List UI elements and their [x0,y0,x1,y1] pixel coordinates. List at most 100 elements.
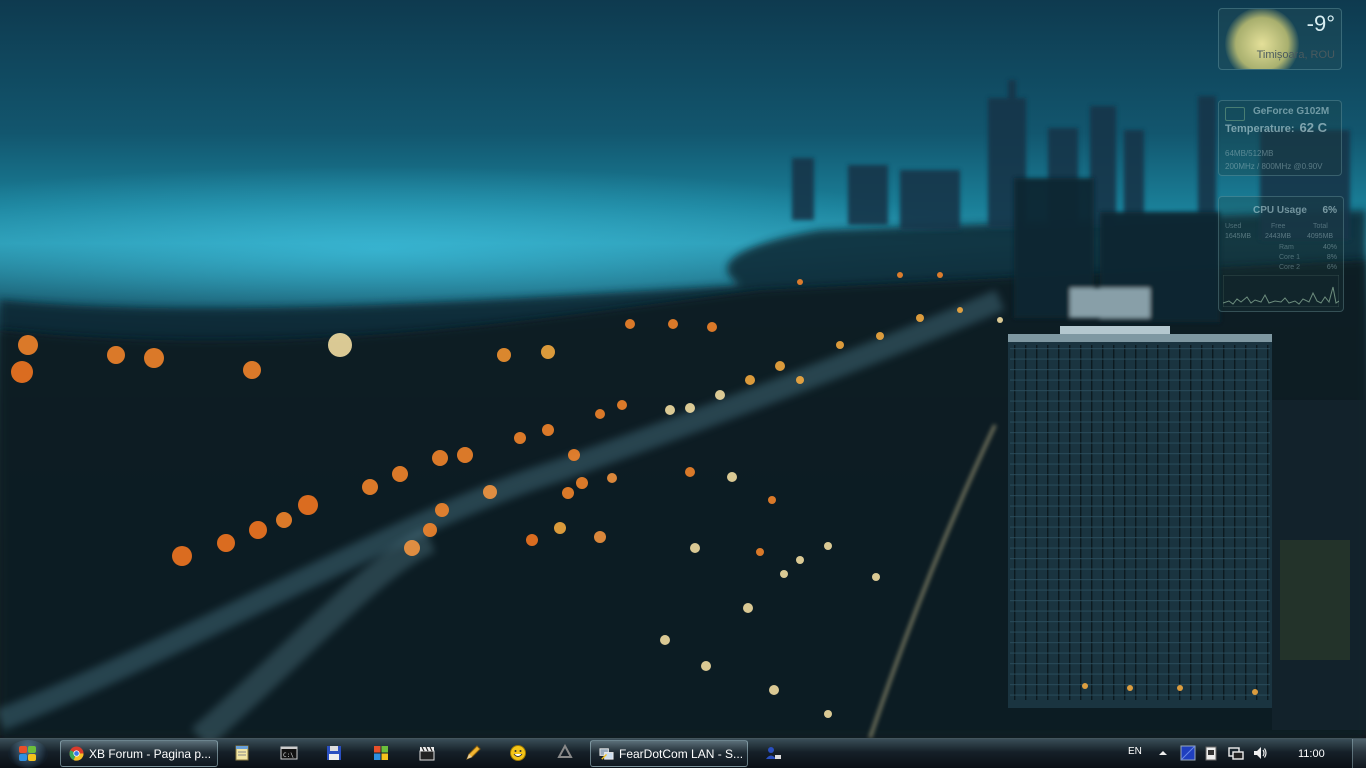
tower-column [1234,345,1236,700]
tower-column [1025,345,1027,700]
bokeh-light [1127,685,1133,691]
taskbar-window-feardotcom[interactable]: FearDotCom LAN - S... [590,740,748,767]
bokeh-light [298,495,318,515]
tower-floor [1010,663,1270,665]
bokeh-light [423,523,437,537]
gpu-temperature-label: Temperature: [1225,123,1295,135]
document-icon[interactable] [1204,745,1218,761]
tower-column [1091,345,1093,700]
bokeh-light [497,348,511,362]
tower-floor [1010,684,1270,686]
bokeh-light [362,479,378,495]
bokeh-light [542,424,554,436]
tower-floor [1010,358,1270,360]
tower-floor [1010,579,1270,581]
windows-logo-icon [19,746,37,762]
bokeh-light [576,477,588,489]
bokeh-light [625,319,635,329]
bokeh-light [568,449,580,461]
chrome-icon [69,746,84,761]
bokeh-light [404,540,420,556]
user-network-icon[interactable] [764,744,782,762]
tower-floor [1010,369,1270,371]
bokeh-light [526,534,538,546]
tower-column [1190,345,1192,700]
taskbar: XB Forum - Pagina p... C:\ FearDotCom LA… [0,738,1366,768]
network-icon[interactable] [1228,745,1244,761]
gpu-meter-gadget[interactable]: GeForce G102M Temperature: 62 C 64MB/512… [1218,100,1342,176]
taskbar-window-xb-forum[interactable]: XB Forum - Pagina p... [60,740,218,767]
tower-column [1245,345,1247,700]
bokeh-light [897,272,903,278]
tower-column [1014,345,1016,700]
tower-floor [1010,463,1270,465]
tower-floor [1010,400,1270,402]
volume-icon[interactable] [1252,745,1268,761]
bokeh-light [727,472,737,482]
memory-free: 2443MB [1265,233,1292,240]
tower-column [1267,345,1269,700]
pencil-icon[interactable] [464,744,482,762]
tower-floor [1010,631,1270,633]
city-skyline-graphic [0,80,1366,738]
gpu-memory: 64MB/512MB [1225,149,1274,158]
language-indicator[interactable]: EN [1128,746,1142,757]
tower-column [1036,345,1038,700]
bokeh-light [1177,685,1183,691]
tower-column [1113,345,1115,700]
tower-floor [1010,390,1270,392]
bokeh-light [872,573,880,581]
bokeh-light [1082,683,1088,689]
tower-floor [1010,442,1270,444]
taskbar-window-label: FearDotCom LAN - S... [619,747,744,761]
weather-gadget[interactable]: -9° Timișoara, ROU [1218,8,1342,70]
tower-floor [1010,516,1270,518]
tower-floor [1010,453,1270,455]
bokeh-light [937,272,943,278]
start-button[interactable] [8,740,48,768]
bokeh-light [769,685,779,695]
tower-floor [1010,621,1270,623]
bokeh-light [690,543,700,553]
cpu-column-free: Free [1271,223,1286,230]
gpu-clocks: 200MHz / 800MHz @0.90V [1225,162,1323,171]
tower-floor [1010,537,1270,539]
tower-floor [1010,642,1270,644]
tower-column [1058,345,1060,700]
bokeh-light [328,333,352,357]
tower-floor [1010,652,1270,654]
floppy-disk-icon[interactable] [325,744,343,762]
tower-floor [1010,526,1270,528]
bokeh-light [876,332,884,340]
recycle-icon[interactable] [556,744,574,762]
blue-square-icon[interactable] [1180,745,1196,761]
tower-floor [1010,505,1270,507]
bokeh-light [797,279,803,285]
tower-floor [1010,495,1270,497]
tower-column [1168,345,1170,700]
tower-floor [1010,379,1270,381]
show-hidden-icons-chevron[interactable] [1157,745,1169,761]
command-prompt-icon[interactable]: C:\ [280,744,298,762]
bokeh-light [457,447,473,463]
tower-floor [1010,600,1270,602]
show-desktop-button[interactable] [1352,739,1366,768]
tower-floor [1010,421,1270,423]
clapperboard-icon[interactable] [418,744,436,762]
bokeh-light [514,432,526,444]
bokeh-light [836,341,844,349]
tower-column [1146,345,1148,700]
tower-column [1124,345,1126,700]
bokeh-light [660,635,670,645]
cpu-usage: 6% [1322,205,1337,216]
smiley-icon[interactable] [509,744,527,762]
tower-column [1135,345,1137,700]
tower-floor [1010,432,1270,434]
notepad-icon[interactable] [233,744,251,762]
system-clock[interactable]: 11:00 [1298,748,1325,760]
core2-label: Core 2 [1279,264,1301,271]
bokeh-light [824,710,832,718]
cpu-meter-gadget[interactable]: CPU Usage 6% Used Free Total 1645MB 2443… [1218,196,1344,312]
gpu-temperature-value: 62 C [1299,120,1327,135]
windows-flag-icon[interactable] [372,744,390,762]
